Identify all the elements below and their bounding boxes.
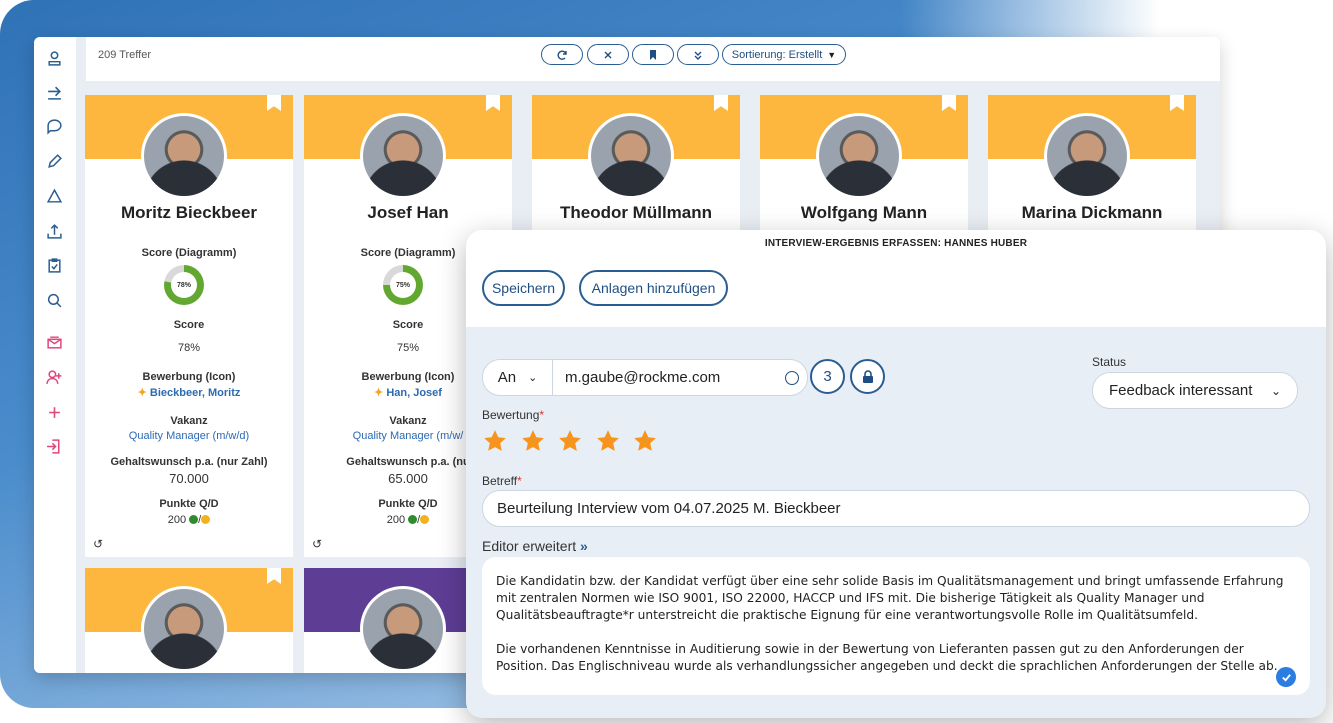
undo-icon[interactable]: ↺ [93,537,103,551]
undo-icon[interactable]: ↺ [312,537,322,551]
sort-dropdown[interactable]: Sortierung: Erstellt ▼ [722,44,846,65]
candidate-name: Theodor Müllmann [559,203,713,222]
salary-label: Gehaltswunsch p.a. (nur Zahl) [110,456,268,468]
chat-icon[interactable] [43,115,65,137]
search-zoom-icon[interactable] [43,289,65,311]
recipient-field: An ⌄ m.gaube@rockme.com [482,359,808,396]
star-icon[interactable] [595,428,621,454]
editor-toggle[interactable]: Editor erweitert » [482,538,588,554]
arrow-right-icon[interactable] [43,81,65,103]
status-select[interactable]: Feedback interessant ⌄ [1092,372,1298,409]
score-donut-value: 75% [390,272,416,298]
subject-label: Betreff* [482,474,522,488]
green-dot-icon [408,515,418,524]
person-badge-icon[interactable] [43,47,65,69]
clear-button[interactable] [587,44,629,65]
vacancy-link[interactable]: Quality Manager (m/w/d) [85,430,293,442]
lock-button[interactable] [850,359,885,394]
star-icon[interactable] [482,428,508,454]
add-attachments-button[interactable]: Anlagen hinzufügen [579,270,728,306]
subject-input[interactable]: Beurteilung Interview vom 04.07.2025 M. … [482,490,1310,527]
avatar [1044,113,1130,199]
bookmark-filter-button[interactable] [632,44,674,65]
application-label: Bewerbung (Icon) [142,371,236,383]
candidate-card[interactable] [85,568,293,673]
sparkle-icon: ✦ [374,387,387,399]
caret-down-icon: ▼ [827,49,837,60]
candidate-name: Marina Dickmann [1021,203,1163,222]
star-icon[interactable] [520,428,546,454]
sort-label: Sortierung: Erstellt [731,48,823,61]
editor-paragraph: Die vorhandenen Kenntnisse in Auditierun… [496,642,1278,673]
hit-count: 209 Treffer [98,49,151,61]
double-chevron-down-icon [694,51,702,60]
star-icon[interactable] [557,428,583,454]
avatar [141,586,227,672]
sidebar [34,37,76,673]
double-chevron-right-icon: » [580,538,588,554]
salary-value: 70.000 [169,471,209,486]
candidate-card[interactable]: Moritz Bieckbeer Score (Diagramm) 78% Sc… [85,95,293,557]
dialog-header: INTERVIEW-ERGEBNIS ERFASSEN: HANNES HUBE… [466,230,1326,327]
warning-icon[interactable] [43,185,65,207]
recipient-type-select[interactable]: An ⌄ [483,360,553,395]
avatar [588,113,674,199]
vacancy-label: Vakanz [170,415,208,427]
score-label: Score [173,319,205,331]
dialog-title: INTERVIEW-ERGEBNIS ERFASSEN: HANNES HUBE… [764,238,1028,249]
interview-result-dialog: INTERVIEW-ERGEBNIS ERFASSEN: HANNES HUBE… [466,230,1326,718]
candidate-name: Josef Han [367,203,449,222]
star-icon[interactable] [632,428,658,454]
plus-icon[interactable] [43,401,65,423]
application-link[interactable]: ✦ Bieckbeer, Moritz [85,386,293,399]
refresh-button[interactable] [541,44,583,65]
chevron-down-icon: ⌄ [528,372,538,384]
candidate-name: Moritz Bieckbeer [120,203,258,222]
yellow-dot-icon [201,515,211,524]
save-button[interactable]: Speichern [482,270,565,306]
points-value: 200 / [85,514,293,526]
lock-icon [862,369,873,383]
upload-icon[interactable] [43,220,65,242]
check-icon[interactable] [1276,667,1296,687]
close-icon [604,51,612,58]
rating-label: Bewertung* [482,408,545,422]
green-dot-icon [189,515,199,524]
chevron-down-icon: ⌄ [1270,383,1281,398]
score-donut-value: 78% [171,272,197,298]
recipient-count-button[interactable]: 3 [810,359,845,394]
sparkle-icon: ✦ [137,387,150,399]
email-input[interactable]: m.gaube@rockme.com [565,369,785,386]
status-value: Feedback interessant [1109,382,1253,399]
avatar [360,586,446,672]
mail-stack-icon[interactable] [43,331,65,353]
score-chart-label: Score (Diagramm) [141,247,237,259]
score-value: 78% [177,342,201,354]
score-donut: 78% [164,265,204,305]
refresh-icon [557,49,567,60]
add-user-icon[interactable] [43,366,65,388]
expand-button[interactable] [677,44,719,65]
candidate-name: Wolfgang Mann [800,203,928,222]
pencil-icon[interactable] [43,150,65,172]
points-label: Punkte Q/D [159,498,219,510]
yellow-dot-icon [420,515,430,524]
avatar [141,113,227,199]
clipboard-check-icon[interactable] [43,254,65,276]
status-label: Status [1092,355,1127,369]
editor-paragraph: Die Kandidatin bzw. der Kandidat verfügt… [496,574,1284,622]
circle-icon[interactable] [785,370,799,385]
score-donut: 75% [383,265,423,305]
avatar [360,113,446,199]
avatar [816,113,902,199]
recipient-type-value: An [497,369,517,386]
message-editor[interactable]: Die Kandidatin bzw. der Kandidat verfügt… [482,557,1310,695]
result-toolbar: 209 Treffer Sortierung: Erstellt ▼ [86,37,1220,81]
import-file-icon[interactable] [43,435,65,457]
bookmark-icon [650,49,656,60]
